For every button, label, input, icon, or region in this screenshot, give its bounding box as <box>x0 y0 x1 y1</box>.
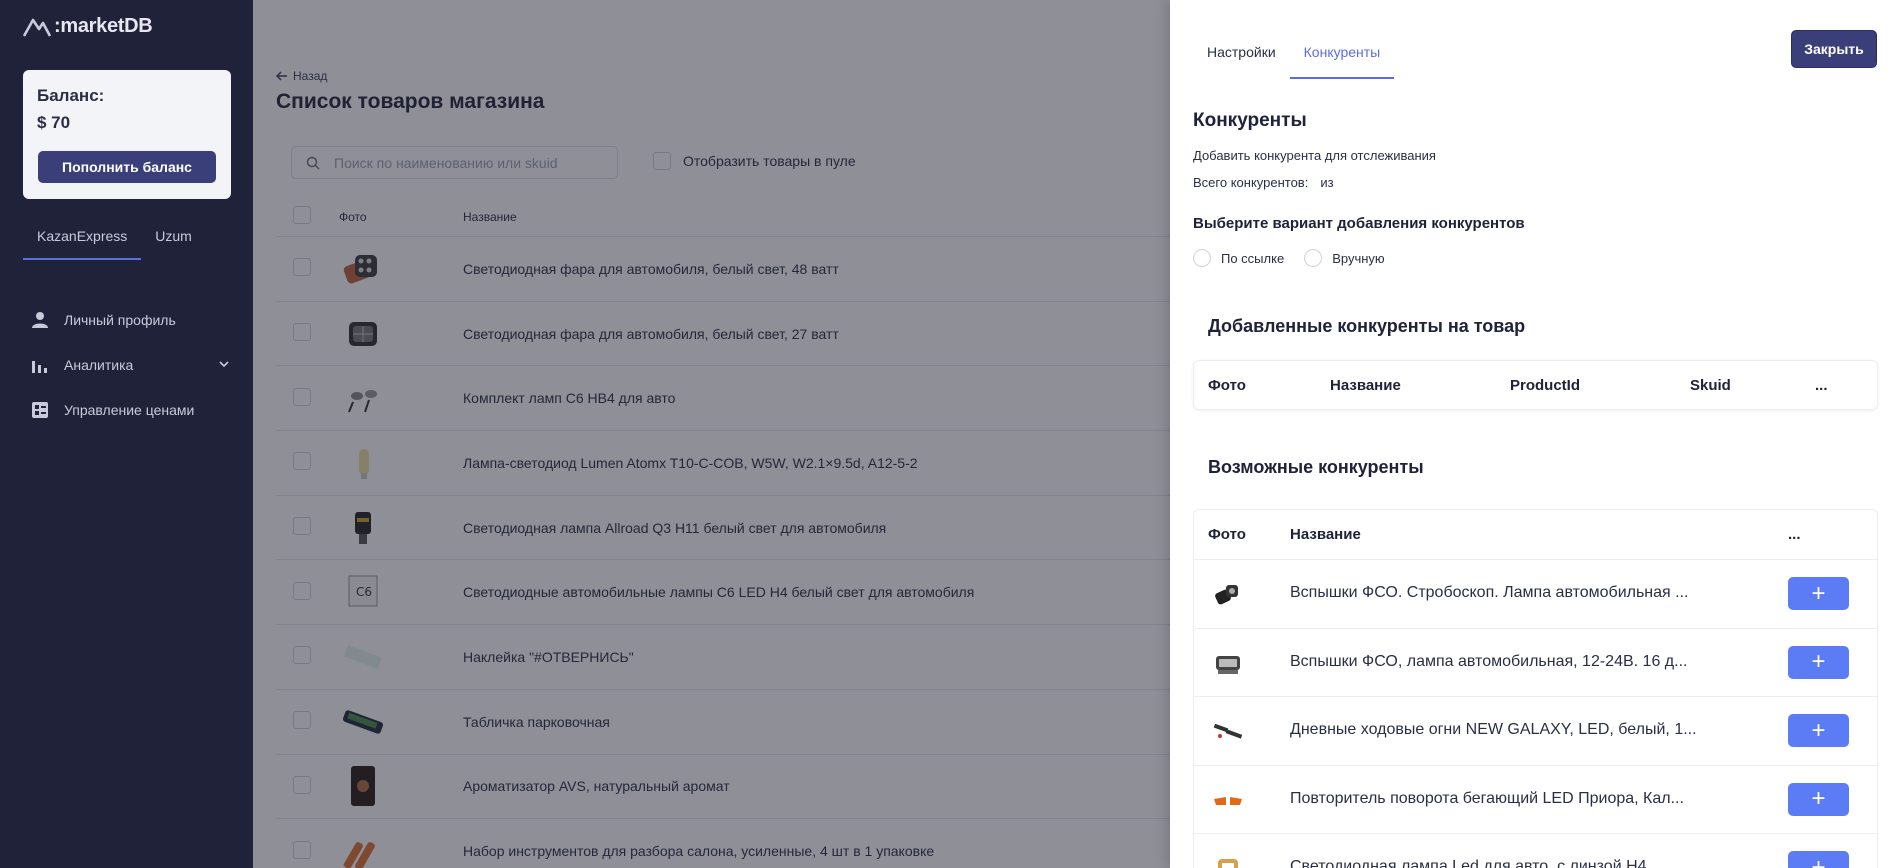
add-competitor-button[interactable]: + <box>1788 714 1849 747</box>
possible-competitor-row: Вспышки ФСО. Стробоскоп. Лампа автомобил… <box>1194 560 1877 629</box>
drawer-tabs: Настройки Конкуренты <box>1193 36 1395 79</box>
app-root: :marketDB Баланс: $ 70 Пополнить баланс … <box>0 0 1897 868</box>
competitors-title: Конкуренты <box>1193 110 1307 131</box>
possible-column-photo: Фото <box>1208 526 1246 543</box>
modal-backdrop[interactable] <box>253 0 1170 868</box>
competitor-photo <box>1210 783 1246 819</box>
added-column-name: Название <box>1330 376 1401 394</box>
added-competitors-title: Добавленные конкуренты на товар <box>1208 316 1526 336</box>
tab-settings[interactable]: Настройки <box>1193 36 1290 79</box>
radio-manual-input[interactable] <box>1304 249 1323 267</box>
tab-competitors[interactable]: Конкуренты <box>1289 36 1395 79</box>
competitor-name: Вспышки ФСО. Стробоскоп. Лампа автомобил… <box>1290 584 1689 601</box>
possible-competitor-row: Повторитель поворота бегающий LED Приора… <box>1194 766 1877 834</box>
possible-competitors-title: Возможные конкуренты <box>1208 457 1424 477</box>
competitor-name: Вспышки ФСО, лампа автомобильная, 12-24В… <box>1290 652 1688 670</box>
possible-table-header: Фото Название ... <box>1194 510 1877 560</box>
added-column-productid: ProductId <box>1510 376 1580 394</box>
competitors-total: Всего конкурентов: из <box>1193 175 1334 190</box>
competitor-photo <box>1210 714 1246 750</box>
total-of: из <box>1320 175 1334 190</box>
added-column-photo: Фото <box>1208 376 1246 394</box>
add-competitor-button[interactable]: + <box>1788 645 1849 679</box>
competitor-name: Повторитель поворота бегающий LED Приора… <box>1290 789 1684 807</box>
competitor-photo <box>1210 646 1246 682</box>
total-label: Всего конкурентов: <box>1193 175 1309 190</box>
sidebar-backdrop <box>0 0 253 868</box>
added-competitors-table: Фото Название ProductId Skuid ... <box>1193 360 1878 410</box>
add-competitor-button[interactable]: + <box>1788 851 1849 868</box>
radio-manual-label: Вручную <box>1332 250 1385 266</box>
added-column-more: ... <box>1815 376 1828 394</box>
add-competitor-button[interactable]: + <box>1788 782 1849 816</box>
radio-by-link-input[interactable] <box>1193 249 1211 267</box>
added-column-skuid: Skuid <box>1690 376 1731 394</box>
add-method-radios: По ссылке Вручную <box>1193 249 1385 267</box>
possible-column-more: ... <box>1788 526 1801 543</box>
choose-method-title: Выберите вариант добавления конкурентов <box>1193 215 1525 232</box>
close-button[interactable]: Закрыть <box>1791 30 1877 68</box>
competitor-photo <box>1210 851 1246 868</box>
competitors-drawer: Настройки Конкуренты Закрыть Конкуренты … <box>1170 0 1897 868</box>
competitor-name: Светодиодная лампа Led для авто, с линзо… <box>1290 858 1647 868</box>
radio-by-link-label: По ссылке <box>1221 250 1285 266</box>
competitor-photo <box>1210 577 1246 613</box>
radio-manual[interactable]: Вручную <box>1304 249 1385 267</box>
radio-by-link[interactable]: По ссылке <box>1193 249 1284 267</box>
possible-competitor-row: Вспышки ФСО, лампа автомобильная, 12-24В… <box>1194 629 1877 697</box>
competitors-subtitle: Добавить конкурента для отслеживания <box>1193 148 1436 163</box>
possible-column-name: Название <box>1290 526 1361 543</box>
competitor-name: Дневные ходовые огни NEW GALAXY, LED, бе… <box>1290 721 1697 738</box>
possible-competitors-table: Фото Название ... Вспышки ФСО. Стробоско… <box>1193 509 1878 868</box>
possible-competitor-row: Дневные ходовые огни NEW GALAXY, LED, бе… <box>1194 697 1877 766</box>
possible-competitor-row: Светодиодная лампа Led для авто, с линзо… <box>1194 834 1877 868</box>
add-competitor-button[interactable]: + <box>1788 577 1849 610</box>
